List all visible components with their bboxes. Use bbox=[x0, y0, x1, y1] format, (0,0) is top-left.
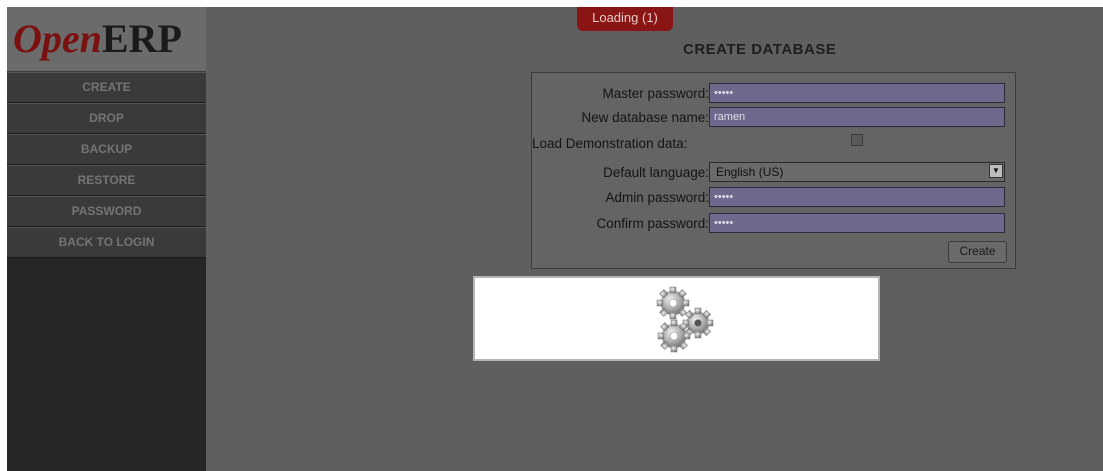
master-password-label: Master password: bbox=[602, 86, 709, 101]
row-confirm-password: Confirm password: ••••• bbox=[532, 213, 1015, 235]
admin-password-label: Admin password: bbox=[605, 190, 709, 205]
page-title: CREATE DATABASE bbox=[683, 41, 837, 58]
chevron-down-icon[interactable]: ▼ bbox=[989, 164, 1003, 178]
row-master-password: Master password: ••••• bbox=[532, 83, 1015, 105]
language-value: English (US) bbox=[716, 165, 784, 179]
row-db-name: New database name: ramen bbox=[532, 107, 1015, 129]
confirm-password-input[interactable]: ••••• bbox=[709, 213, 1005, 233]
language-select[interactable]: English (US) ▼ bbox=[709, 162, 1005, 182]
row-admin-password: Admin password: ••••• bbox=[532, 187, 1015, 209]
create-button[interactable]: Create bbox=[948, 241, 1007, 263]
gears-icon bbox=[656, 286, 714, 353]
db-name-input[interactable]: ramen bbox=[709, 107, 1005, 127]
logo-open: Open bbox=[13, 16, 102, 61]
admin-password-input[interactable]: ••••• bbox=[709, 187, 1005, 207]
db-name-label: New database name: bbox=[581, 110, 709, 125]
sidebar-item-drop[interactable]: DROP bbox=[7, 103, 206, 134]
sidebar-item-restore[interactable]: RESTORE bbox=[7, 165, 206, 196]
app-window: OpenERP CREATE DROP BACKUP RESTORE PASSW… bbox=[7, 7, 1103, 471]
sidebar-item-password[interactable]: PASSWORD bbox=[7, 196, 206, 227]
sidebar-item-backup[interactable]: BACKUP bbox=[7, 134, 206, 165]
sidebar-item-create[interactable]: CREATE bbox=[7, 72, 206, 103]
master-password-input[interactable]: ••••• bbox=[709, 83, 1005, 103]
logo: OpenERP bbox=[7, 7, 206, 72]
loading-spinner-box bbox=[473, 276, 880, 361]
confirm-password-label: Confirm password: bbox=[596, 216, 709, 231]
demo-data-checkbox[interactable] bbox=[851, 134, 863, 146]
logo-text: OpenERP bbox=[13, 17, 182, 61]
loading-badge: Loading (1) bbox=[577, 7, 673, 31]
logo-erp: ERP bbox=[101, 16, 182, 61]
sidebar-menu: CREATE DROP BACKUP RESTORE PASSWORD BACK… bbox=[7, 72, 206, 258]
row-demo-data: Load Demonstration data: bbox=[532, 133, 1015, 155]
sidebar: OpenERP CREATE DROP BACKUP RESTORE PASSW… bbox=[7, 7, 206, 471]
row-language: Default language: English (US) ▼ bbox=[532, 162, 1015, 184]
create-database-form: Master password: ••••• New database name… bbox=[531, 72, 1016, 269]
language-label: Default language: bbox=[603, 165, 709, 180]
sidebar-item-back-to-login[interactable]: BACK TO LOGIN bbox=[7, 227, 206, 258]
demo-data-label: Load Demonstration data: bbox=[532, 136, 688, 151]
